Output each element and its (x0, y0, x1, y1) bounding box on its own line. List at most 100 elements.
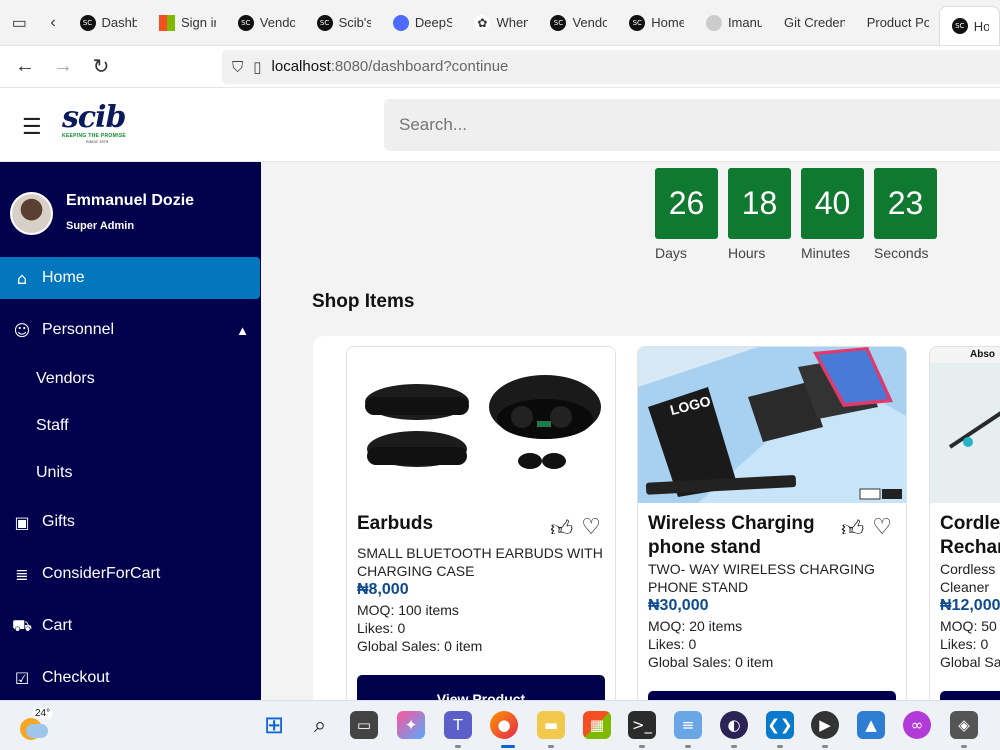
running-indicator (455, 745, 461, 748)
sidebar-item-units[interactable]: Units (36, 464, 72, 482)
sidebar-item-vendors[interactable]: Vendors (36, 370, 95, 388)
terminal-icon[interactable]: >_ (628, 711, 656, 739)
sidebar-item-home[interactable]: ⌂ Home (0, 257, 260, 299)
product-global-sales: Global Sales: 0 item (357, 638, 483, 654)
deepseek-icon (392, 14, 409, 31)
photos-icon[interactable]: ▲ (857, 711, 885, 739)
firefox-icon[interactable]: ● (490, 711, 518, 739)
product-moq: MOQ: 20 items (648, 618, 743, 634)
windows-start-icon[interactable]: ⊞ (260, 711, 288, 739)
temperature: 24° (32, 708, 54, 719)
hamburger-menu-icon[interactable]: ☰ (22, 114, 42, 140)
task-view-icon[interactable]: ▭ (350, 711, 378, 739)
caret-up-icon: ▲ (236, 322, 249, 338)
shield-icon[interactable]: ⛉ (232, 59, 243, 76)
product-image-earbuds[interactable] (347, 347, 616, 503)
browser-tab[interactable]: SC Vendo (538, 5, 617, 41)
os-taskbar: 24° ⊞ ⌕ ▭ ✦ T ● ▬ ▦ >_ ≡ ◐ ❮❯ ▶ ▲ ∞ ◈ (0, 700, 1000, 750)
weather-widget[interactable]: 24° (16, 708, 54, 742)
card-actions: 👍︎ ♡ (550, 515, 601, 542)
url-field[interactable]: ⛉ ▯ localhost:8080/dashboard?continue (222, 50, 1000, 84)
browser-tab[interactable]: Git Creden (772, 5, 855, 41)
media-player-icon[interactable]: ▶ (811, 711, 839, 739)
sc-logo-icon: SC (237, 14, 254, 31)
product-description: Cordless Cleaner (940, 561, 996, 595)
store-icon[interactable]: ▦ (583, 711, 611, 739)
infinity-app-icon[interactable]: ∞ (903, 711, 931, 739)
browser-tab[interactable]: Imanu (694, 5, 772, 41)
product-card[interactable]: Abso Cordless Rechar Cordless Cleaner ₦1… (929, 346, 1000, 702)
reload-icon[interactable]: ↻ (82, 46, 120, 88)
teams-icon[interactable]: T (444, 711, 472, 739)
file-explorer-icon[interactable]: ▬ (537, 711, 565, 739)
browser-tab[interactable]: Product Po (855, 5, 939, 41)
search-icon[interactable]: ⌕ (306, 711, 334, 739)
browser-tab[interactable]: SC Scib's (305, 5, 381, 41)
cloud-icon (26, 724, 48, 738)
avatar[interactable] (10, 192, 53, 235)
countdown-hours: 18 Hours (728, 168, 791, 261)
sidebar-item-staff[interactable]: Staff (36, 417, 69, 435)
browser-tab[interactable]: SC Vendo (226, 5, 305, 41)
product-image-cordless-cleaner[interactable]: Abso (930, 347, 1000, 503)
heart-icon[interactable]: ♡ (581, 515, 601, 542)
product-title[interactable]: Wireless Charging phone stand (648, 512, 838, 560)
running-indicator (822, 745, 828, 748)
product-likes: Likes: 0 (357, 620, 406, 636)
shop-items-panel: Earbuds 👍︎ ♡ SMALL BLUETOOTH EARBUDS WIT… (313, 336, 1000, 702)
notepad-icon[interactable]: ≡ (674, 711, 702, 739)
product-title[interactable]: Earbuds (357, 512, 547, 536)
browser-tab[interactable]: Sign ir (147, 5, 226, 41)
thumbs-up-icon[interactable]: 👍︎ (550, 515, 573, 542)
list-icon: ≣ (15, 564, 29, 584)
section-title: Shop Items (312, 291, 415, 312)
checkout-icon: ☑ (14, 668, 30, 688)
sidebar-item-checkout[interactable]: ☑ Checkout (0, 657, 261, 699)
forward-icon[interactable]: → (44, 46, 82, 88)
countdown-days: 26 Days (655, 168, 718, 261)
scib-logo[interactable]: scib KEEPING THE PROMISE SINCE 1979 (62, 103, 132, 147)
product-moq: MOQ: 50 (940, 618, 997, 634)
back-icon[interactable]: ← (6, 46, 44, 88)
copilot-icon[interactable]: ✦ (397, 711, 425, 739)
browser-tab[interactable]: ✿ When (462, 5, 538, 41)
browser-tab[interactable]: SC Dashb (68, 5, 147, 41)
running-indicator (961, 745, 967, 748)
cart-icon: ⛟ (12, 615, 33, 635)
sidebar-item-cart[interactable]: ⛟ Cart (0, 605, 261, 647)
microsoft-icon (159, 14, 175, 31)
product-title[interactable]: Cordless Rechar (940, 512, 1000, 560)
browser-tab[interactable]: DeepS (381, 5, 463, 41)
sidebar-item-personnel[interactable]: ☺ Personnel ▲ (0, 309, 261, 351)
sc-logo-icon: SC (550, 14, 567, 31)
running-indicator (731, 745, 737, 748)
app-header: ☰ scib KEEPING THE PROMISE SINCE 1979 (0, 88, 1000, 162)
heart-icon[interactable]: ♡ (872, 515, 892, 542)
product-card[interactable]: LOGO Wireless Charging phone stand 👍︎ ♡ … (637, 346, 907, 702)
cube-app-icon[interactable]: ◈ (950, 711, 978, 739)
thumbs-up-icon[interactable]: 👍︎ (841, 515, 864, 542)
address-bar: ← → ↻ ⛉ ▯ localhost:8080/dashboard?conti… (0, 46, 1000, 88)
sidebar-item-considerforcart[interactable]: ≣ ConsiderForCart (0, 553, 261, 595)
view-product-button[interactable]: View Product (357, 675, 605, 702)
tab-scroll-left-icon[interactable]: ‹ (39, 0, 68, 45)
sidebar-item-gifts[interactable]: ▣ Gifts (0, 501, 261, 543)
product-image-charging-stand[interactable]: LOGO (638, 347, 907, 503)
running-indicator (639, 745, 645, 748)
tab-actions-icon[interactable]: ▭ (0, 0, 39, 45)
image-text: Abso (970, 349, 995, 360)
product-likes: Likes: 0 (940, 636, 989, 652)
vscode-icon[interactable]: ❮❯ (766, 711, 794, 739)
product-card[interactable]: Earbuds 👍︎ ♡ SMALL BLUETOOTH EARBUDS WIT… (346, 346, 616, 702)
paw-icon: ✿ (474, 14, 491, 31)
sc-logo-icon: SC (629, 14, 646, 31)
search-input[interactable] (384, 99, 1000, 151)
running-indicator (501, 745, 515, 748)
product-price: ₦8,000 (357, 581, 409, 598)
countdown-timer: 26 Days 18 Hours 40 Minutes 23 Seconds (655, 168, 937, 261)
eclipse-icon[interactable]: ◐ (720, 711, 748, 739)
product-price: ₦30,000 (648, 597, 709, 614)
browser-tab-active[interactable]: SC Ho (938, 5, 1000, 45)
running-indicator (777, 745, 783, 748)
browser-tab[interactable]: SC Home (617, 5, 694, 41)
